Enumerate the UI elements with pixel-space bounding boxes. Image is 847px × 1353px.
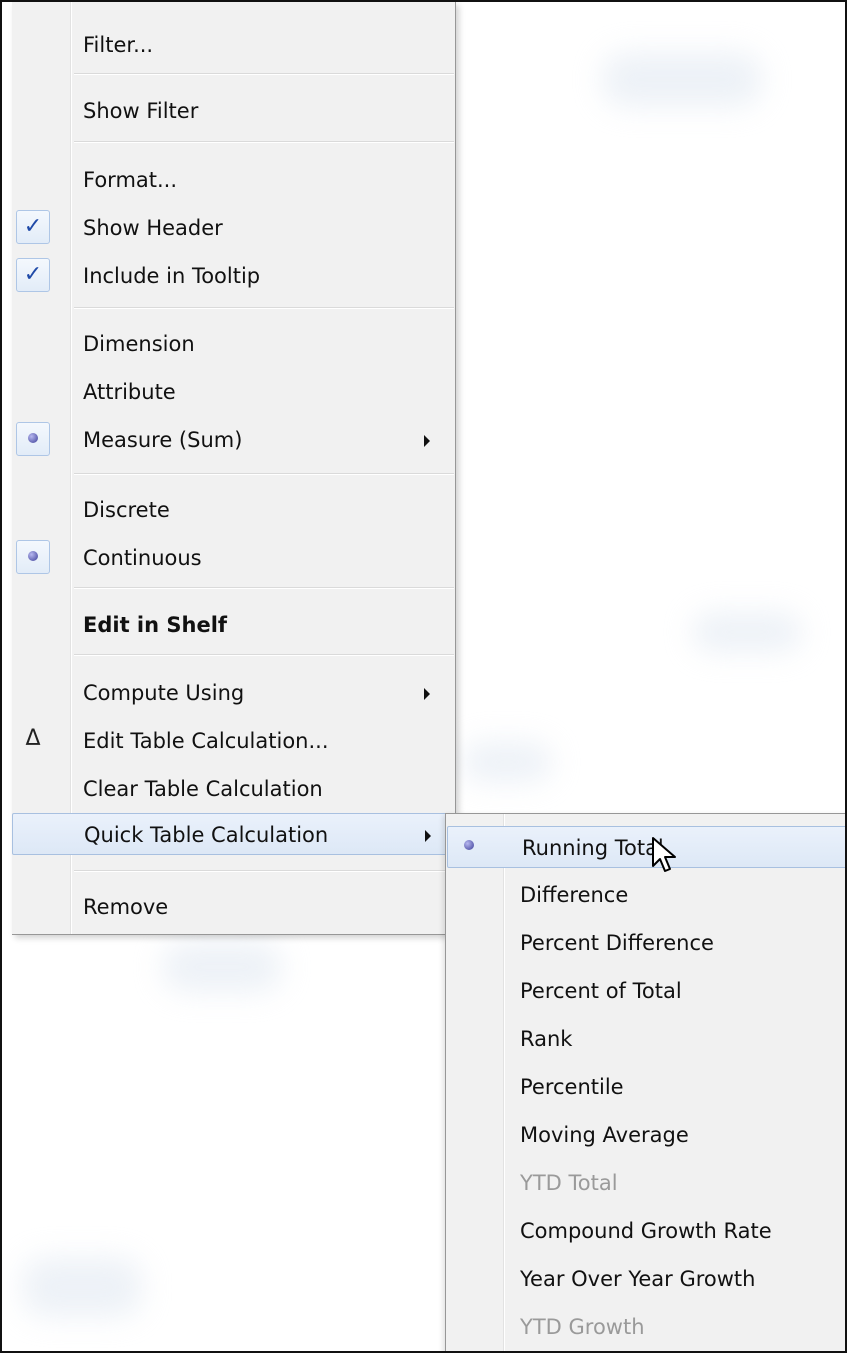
menu-item-format[interactable]: Format... [12,159,455,201]
quick-table-calculation-submenu: Running Total Difference Percent Differe… [445,813,845,1351]
menu-item-label: Running Total [522,836,664,860]
menu-item-label: Rank [520,1027,573,1051]
background-blur [692,612,802,652]
menu-item-label: Format... [83,168,178,192]
submenu-item-year-over-year-growth[interactable]: Year Over Year Growth [446,1258,845,1300]
submenu-item-ytd-growth: YTD Growth [446,1306,845,1348]
screenshot-frame: Filter... Show Filter Format... ✓ Show H… [0,0,847,1353]
menu-item-clear-table-calculation[interactable]: Clear Table Calculation [12,768,455,810]
submenu-item-running-total[interactable]: Running Total [447,826,845,868]
submenu-item-percent-of-total[interactable]: Percent of Total [446,970,845,1012]
menu-item-discrete[interactable]: Discrete [12,489,455,531]
radio-dot-icon [452,830,486,864]
menu-item-label: Percentile [520,1075,624,1099]
background-blur [462,742,552,782]
background-blur [162,942,282,992]
submenu-item-rank[interactable]: Rank [446,1018,845,1060]
menu-item-label: YTD Growth [520,1315,645,1339]
check-icon: ✓ [16,258,50,292]
submenu-arrow-icon [425,830,431,842]
menu-separator [74,870,454,872]
menu-separator [74,141,454,143]
menu-item-label: Include in Tooltip [83,264,261,288]
submenu-arrow-icon [424,688,430,700]
menu-item-edit-in-shelf[interactable]: Edit in Shelf [12,604,455,646]
menu-item-label: Percent of Total [520,979,682,1003]
mouse-pointer-icon [652,837,676,872]
menu-item-continuous[interactable]: Continuous [12,537,455,579]
menu-item-label: Difference [520,883,629,907]
delta-icon: Δ [25,726,41,751]
menu-item-attribute[interactable]: Attribute [12,371,455,413]
background-blur [602,52,762,107]
submenu-item-difference[interactable]: Difference [446,874,845,916]
menu-item-label: Measure (Sum) [83,428,243,452]
menu-item-quick-table-calculation[interactable]: Quick Table Calculation [12,813,455,855]
menu-item-label: Filter... [83,33,154,57]
menu-item-label: Edit in Shelf [83,613,228,637]
menu-separator [74,587,454,589]
menu-item-label: Remove [83,895,169,919]
menu-separator [74,654,454,656]
menu-item-label: Year Over Year Growth [520,1267,756,1291]
menu-item-label: Attribute [83,380,176,404]
menu-item-dimension[interactable]: Dimension [12,323,455,365]
check-icon: ✓ [16,210,50,244]
menu-item-show-header[interactable]: ✓ Show Header [12,207,455,249]
submenu-arrow-icon [424,435,430,447]
submenu-item-percentile[interactable]: Percentile [446,1066,845,1108]
menu-item-label: Compound Growth Rate [520,1219,772,1243]
menu-item-label: YTD Total [520,1171,618,1195]
menu-item-label: Percent Difference [520,931,714,955]
menu-item-label: Discrete [83,498,170,522]
menu-item-show-filter[interactable]: Show Filter [12,90,455,132]
radio-dot-icon [16,422,50,456]
menu-item-label: Show Filter [83,99,199,123]
menu-item-label: Clear Table Calculation [83,777,323,801]
radio-dot-icon [16,540,50,574]
menu-item-remove[interactable]: Remove [12,886,455,928]
menu-item-label: Quick Table Calculation [84,823,329,847]
background-blur [22,1257,142,1317]
menu-item-label: Show Header [83,216,223,240]
context-menu: Filter... Show Filter Format... ✓ Show H… [12,2,456,935]
menu-item-label: Compute Using [83,681,245,705]
submenu-item-percent-difference[interactable]: Percent Difference [446,922,845,964]
menu-item-include-in-tooltip[interactable]: ✓ Include in Tooltip [12,255,455,297]
menu-item-label: Dimension [83,332,195,356]
menu-separator [74,73,454,75]
menu-separator [74,307,454,309]
menu-item-label: Moving Average [520,1123,689,1147]
menu-item-label: Continuous [83,546,202,570]
menu-item-label: Edit Table Calculation... [83,729,329,753]
menu-item-compute-using[interactable]: Compute Using [12,672,455,714]
menu-item-measure-sum[interactable]: Measure (Sum) [12,419,455,461]
menu-separator [74,473,454,475]
submenu-item-moving-average[interactable]: Moving Average [446,1114,845,1156]
menu-item-filter[interactable]: Filter... [12,24,455,66]
submenu-item-compound-growth-rate[interactable]: Compound Growth Rate [446,1210,845,1252]
submenu-item-ytd-total: YTD Total [446,1162,845,1204]
menu-item-edit-table-calculation[interactable]: Δ Edit Table Calculation... [12,720,455,762]
